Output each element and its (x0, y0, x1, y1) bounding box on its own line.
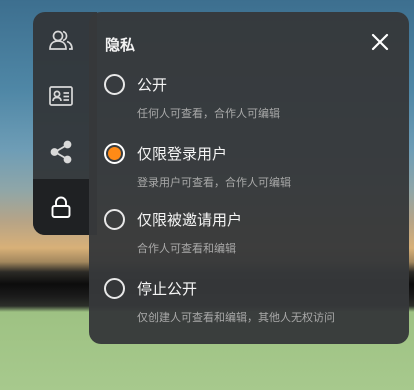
privacy-panel: 隐私 公开 任何人可查看，合作人可编辑 仅限登录用户 登录用户可查看，合作人可编… (89, 12, 409, 344)
id-card-icon (49, 86, 73, 106)
option-description: 仅创建人可查看和编辑，其他人无权访问 (137, 311, 335, 324)
option-label: 仅限被邀请用户 (137, 211, 243, 229)
sidebar-rail (33, 12, 97, 235)
sidebar-item-info[interactable] (33, 68, 89, 124)
radio-button[interactable] (104, 143, 125, 164)
privacy-option-invited[interactable]: 仅限被邀请用户 合作人可查看和编辑 (104, 209, 384, 259)
privacy-option-stop-public[interactable]: 停止公开 仅创建人可查看和编辑，其他人无权访问 (104, 278, 384, 328)
sidebar-item-members[interactable] (33, 12, 89, 68)
privacy-option-logged-in[interactable]: 仅限登录用户 登录用户可查看，合作人可编辑 (104, 143, 384, 193)
sidebar-item-privacy[interactable] (33, 179, 89, 235)
close-icon[interactable] (367, 29, 393, 55)
option-description: 任何人可查看，合作人可编辑 (137, 107, 280, 120)
sidebar-item-share[interactable] (33, 124, 89, 180)
option-description: 合作人可查看和编辑 (137, 242, 236, 255)
panel-title: 隐私 (105, 36, 136, 54)
option-description: 登录用户可查看，合作人可编辑 (137, 176, 291, 189)
radio-button[interactable] (104, 74, 125, 95)
lock-icon (51, 196, 71, 218)
privacy-option-public[interactable]: 公开 任何人可查看，合作人可编辑 (104, 74, 384, 124)
share-icon (50, 140, 72, 164)
radio-button[interactable] (104, 209, 125, 230)
members-icon (49, 30, 73, 50)
option-label: 停止公开 (137, 280, 198, 298)
option-label: 公开 (137, 76, 168, 94)
radio-button[interactable] (104, 278, 125, 299)
option-label: 仅限登录用户 (137, 145, 228, 163)
